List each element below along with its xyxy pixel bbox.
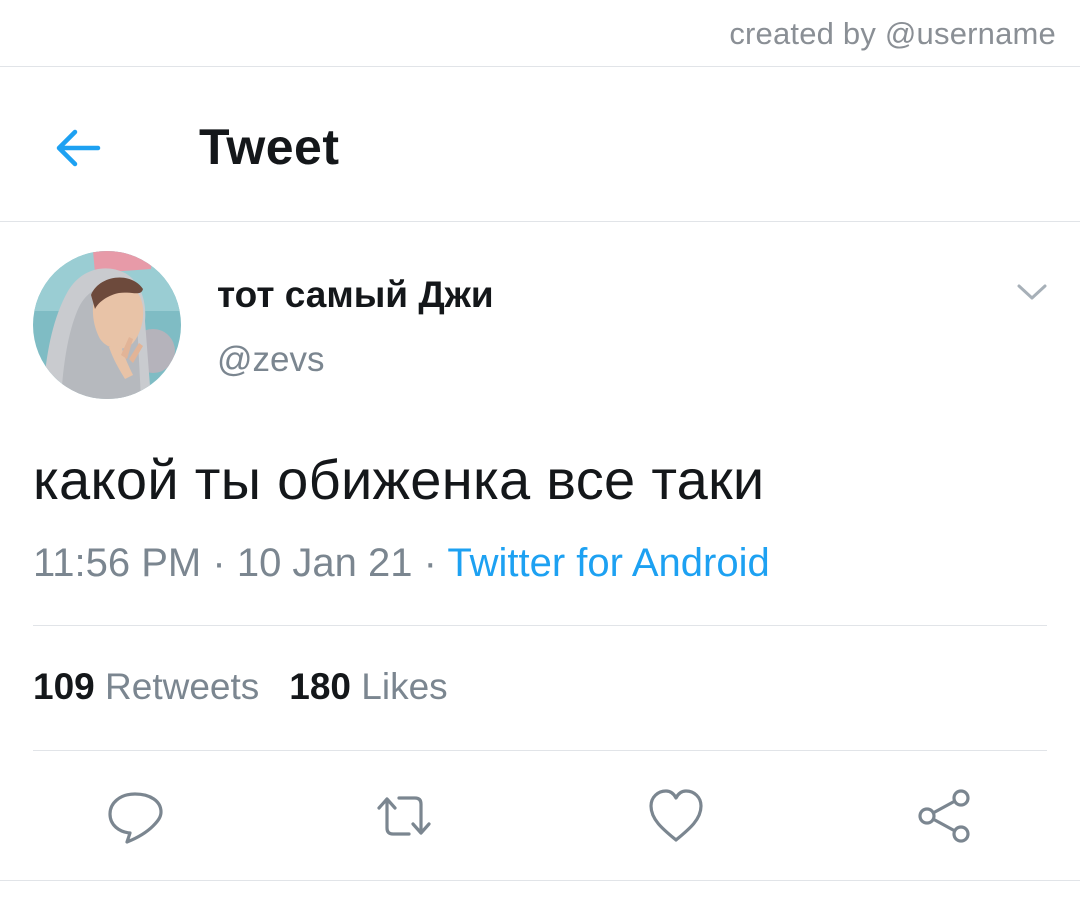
reply-button[interactable] xyxy=(105,786,165,846)
arrow-left-icon xyxy=(56,129,101,167)
likes-stat[interactable]: 180 Likes xyxy=(289,666,447,708)
like-button[interactable] xyxy=(646,786,706,846)
divider xyxy=(33,750,1047,751)
meta-separator: · xyxy=(423,541,437,585)
likes-label: Likes xyxy=(361,666,448,707)
divider xyxy=(0,221,1080,222)
tweet-date: 10 Jan 21 xyxy=(236,541,413,585)
credit-watermark: created by @username xyxy=(729,16,1056,51)
divider xyxy=(33,625,1047,626)
meta-separator: · xyxy=(212,541,226,585)
share-icon xyxy=(918,789,970,843)
tweet-meta: 11:56 PM · 10 Jan 21 · Twitter for Andro… xyxy=(33,541,770,586)
tweet-stats: 109 Retweets 180 Likes xyxy=(33,666,448,708)
retweet-button[interactable] xyxy=(374,786,434,846)
retweets-label: Retweets xyxy=(105,666,260,707)
avatar[interactable] xyxy=(33,251,181,399)
profile-photo xyxy=(33,251,181,399)
likes-count: 180 xyxy=(289,666,351,707)
chevron-down-icon xyxy=(1017,284,1047,300)
author-display-name[interactable]: тот самый Джи xyxy=(217,274,494,316)
divider xyxy=(0,66,1080,67)
tweet-menu-button[interactable] xyxy=(1014,278,1050,306)
retweets-count: 109 xyxy=(33,666,95,707)
reply-icon xyxy=(108,792,163,844)
author-handle[interactable]: @zevs xyxy=(217,340,325,380)
back-button[interactable] xyxy=(50,120,106,176)
page-title: Tweet xyxy=(199,119,340,175)
tweet-source-link[interactable]: Twitter for Android xyxy=(447,541,769,585)
tweet-time: 11:56 PM xyxy=(33,541,202,585)
retweet-icon xyxy=(377,796,431,836)
tweet-text: какой ты обиженка все таки xyxy=(33,448,765,511)
share-button[interactable] xyxy=(914,786,974,846)
retweets-stat[interactable]: 109 Retweets xyxy=(33,666,259,708)
divider xyxy=(0,880,1080,881)
heart-icon xyxy=(649,789,703,842)
